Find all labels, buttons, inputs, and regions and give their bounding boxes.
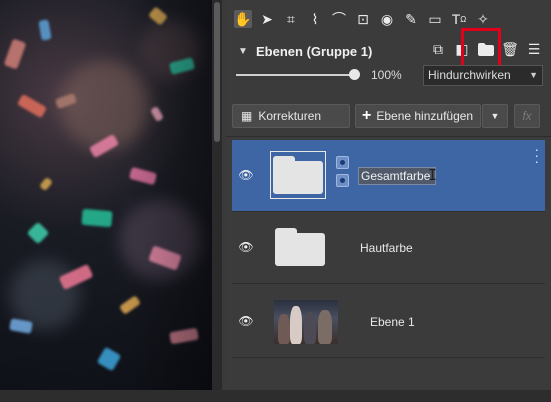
korrekturen-button[interactable]: ▦ Korrekturen bbox=[232, 104, 350, 128]
panel-header: ▼ Ebenen (Gruppe 1) ⧉ ◧ 🗑 ☰ bbox=[226, 28, 551, 68]
plus-icon: + bbox=[362, 107, 372, 124]
image-canvas[interactable] bbox=[0, 0, 212, 390]
scrollbar-thumb[interactable] bbox=[214, 2, 220, 142]
bokeh-light bbox=[120, 200, 200, 280]
add-layer-dropdown[interactable]: ▼ bbox=[482, 104, 508, 128]
tool-bar: ✋ ➤ ⌗ ⌇ ⌒ ⊡ ◉ ✎ ▭ TΩ ✧ bbox=[226, 0, 551, 38]
confetti-piece bbox=[26, 221, 50, 245]
visibility-eye-icon[interactable]: 👁 bbox=[238, 240, 254, 254]
confetti-piece bbox=[169, 327, 199, 345]
mask-indicator-icon[interactable] bbox=[336, 174, 349, 187]
visibility-eye-icon[interactable]: 👁 bbox=[238, 314, 254, 328]
bokeh-light bbox=[140, 20, 200, 80]
bokeh-light bbox=[10, 260, 80, 330]
fx-label: fx bbox=[522, 109, 532, 123]
opacity-slider-knob[interactable] bbox=[349, 69, 360, 80]
layer-name-input[interactable]: Gesamtfarbe bbox=[358, 167, 436, 185]
korrekturen-label: Korrekturen bbox=[258, 109, 322, 123]
text-frame-icon[interactable]: ⊡ bbox=[354, 10, 372, 28]
add-layer-label: Ebene hinzufügen bbox=[376, 109, 474, 123]
text-icon[interactable]: TΩ bbox=[450, 10, 468, 28]
hand-icon[interactable]: ✋ bbox=[234, 10, 252, 28]
layer-row-gesamtfarbe[interactable]: 👁 Gesamtfarbe I · · · bbox=[232, 140, 545, 212]
select-arrow-icon[interactable]: ➤ bbox=[258, 10, 276, 28]
confetti-piece bbox=[54, 92, 78, 110]
fx-button[interactable]: fx bbox=[514, 104, 540, 128]
visibility-eye-icon[interactable]: 👁 bbox=[238, 168, 254, 182]
transform-icon[interactable]: ⌇ bbox=[306, 10, 324, 28]
confetti-piece bbox=[148, 245, 182, 271]
eye-icon[interactable]: ◉ bbox=[378, 10, 396, 28]
collapse-caret-icon[interactable]: ▼ bbox=[238, 46, 252, 57]
opacity-slider-track[interactable] bbox=[236, 74, 354, 76]
panel-title: Ebenen (Gruppe 1) bbox=[256, 43, 373, 59]
folder-icon bbox=[273, 156, 323, 194]
confetti-piece bbox=[39, 176, 53, 192]
chevron-down-icon: ▼ bbox=[529, 70, 538, 80]
layer-mask-icons bbox=[336, 156, 350, 192]
duplicate-icon[interactable]: ⧉ bbox=[429, 40, 447, 58]
sparkle-icon[interactable]: ✧ bbox=[474, 10, 492, 28]
blend-mode-value: Hindurchwirken bbox=[428, 68, 511, 82]
layer-row-hautfarbe[interactable]: 👁 Hautfarbe bbox=[232, 212, 545, 284]
menu-icon[interactable]: ☰ bbox=[525, 40, 543, 58]
text-tool-sub: Ω bbox=[460, 14, 467, 24]
blend-mode-select[interactable]: Hindurchwirken ▼ bbox=[423, 65, 543, 86]
warp-icon[interactable]: ⌒ bbox=[330, 10, 348, 28]
more-options-icon[interactable]: · · · bbox=[534, 142, 539, 168]
adjustments-icon: ▦ bbox=[241, 109, 253, 123]
chevron-down-icon: ▼ bbox=[490, 111, 500, 121]
confetti-piece bbox=[16, 93, 48, 119]
text-cursor-icon: I bbox=[428, 166, 438, 184]
confetti-piece bbox=[81, 208, 113, 228]
layer-name: Ebene 1 bbox=[370, 315, 415, 329]
confetti-piece bbox=[128, 166, 158, 186]
confetti-piece bbox=[38, 19, 52, 41]
confetti-piece bbox=[88, 133, 120, 159]
layer-thumbnail bbox=[270, 151, 326, 199]
confetti-piece bbox=[118, 295, 142, 315]
bottom-status-strip bbox=[0, 390, 551, 402]
layers-empty-area bbox=[232, 360, 545, 390]
layer-thumbnail bbox=[272, 223, 328, 271]
confetti-piece bbox=[9, 318, 33, 334]
bokeh-light bbox=[60, 60, 150, 150]
brush-icon[interactable]: ✎ bbox=[402, 10, 420, 28]
folder-icon bbox=[275, 228, 325, 266]
confetti-piece bbox=[96, 346, 122, 372]
add-layer-button[interactable]: + Ebene hinzufügen bbox=[355, 104, 481, 128]
layer-name: Hautfarbe bbox=[360, 241, 413, 255]
opacity-value: 100% bbox=[371, 68, 402, 82]
delete-icon[interactable]: 🗑 bbox=[501, 40, 519, 58]
canvas-scrollbar[interactable] bbox=[212, 0, 222, 390]
layers-panel: ✋ ➤ ⌗ ⌇ ⌒ ⊡ ◉ ✎ ▭ TΩ ✧ ▼ Ebenen (Gruppe … bbox=[226, 0, 551, 390]
button-row: ▦ Korrekturen + Ebene hinzufügen ▼ fx bbox=[226, 104, 551, 130]
layer-photo-thumbnail bbox=[274, 300, 338, 344]
highlight-box bbox=[461, 28, 501, 68]
mask-indicator-icon[interactable] bbox=[336, 156, 349, 169]
layer-row-ebene-1[interactable]: 👁 Ebene 1 bbox=[232, 286, 545, 358]
confetti-piece bbox=[150, 105, 164, 123]
text-tool-glyph: T bbox=[451, 11, 461, 27]
opacity-row: 100% Hindurchwirken ▼ bbox=[226, 64, 551, 86]
confetti-piece bbox=[58, 263, 94, 291]
gradient-icon[interactable]: ▭ bbox=[426, 10, 444, 28]
crop-icon[interactable]: ⌗ bbox=[282, 10, 300, 28]
confetti-piece bbox=[168, 57, 196, 75]
divider bbox=[226, 136, 551, 137]
confetti-piece bbox=[3, 38, 27, 70]
confetti-piece bbox=[148, 6, 168, 26]
